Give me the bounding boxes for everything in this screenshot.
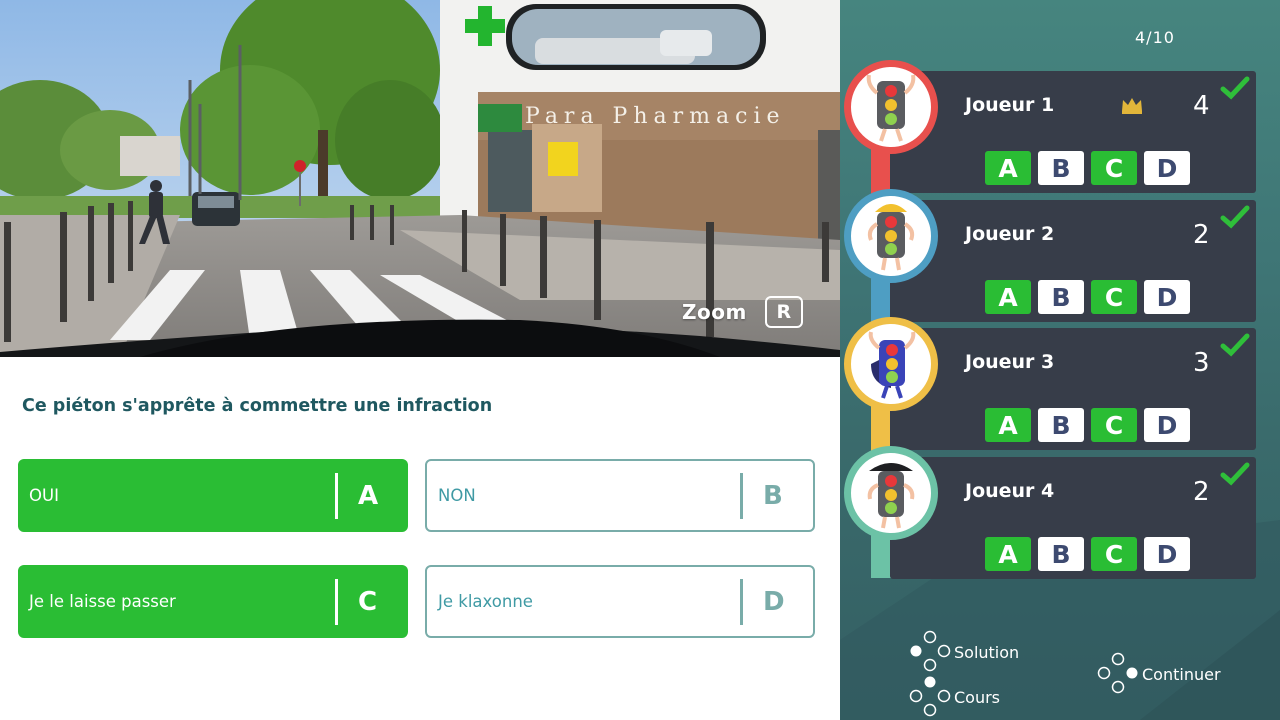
player-2-vote-c: C xyxy=(1091,280,1137,314)
zoom-key-badge: R xyxy=(764,296,803,328)
player-4-vote-c: C xyxy=(1091,537,1137,571)
scoreboard-panel: 4/10 Joueur 1 4 A B C D Joueur 2 2 A B C… xyxy=(840,0,1280,720)
traffic-light-avatar-icon xyxy=(867,204,915,271)
player-2-name: Joueur 2 xyxy=(965,223,1055,245)
player-3-vote-d: D xyxy=(1144,408,1190,442)
answer-c-divider xyxy=(335,578,338,625)
player-1-score: 4 xyxy=(1193,91,1210,121)
player-4-score: 2 xyxy=(1193,477,1210,507)
answer-a-letter: A xyxy=(358,480,379,511)
player-3-name: Joueur 3 xyxy=(965,351,1055,373)
zoom-label: Zoom xyxy=(682,300,747,324)
player-4-name: Joueur 4 xyxy=(965,480,1055,502)
continuer-hint[interactable]: Continuer xyxy=(1096,652,1221,696)
answer-c-text: Je le laisse passer xyxy=(29,592,176,611)
question-photo[interactable]: Para Pharmacie Zoom R xyxy=(0,0,840,357)
check-icon xyxy=(1220,76,1250,100)
solution-label: Solution xyxy=(954,642,1020,662)
answer-d-letter: D xyxy=(763,586,785,617)
crown-icon xyxy=(1122,98,1142,114)
answer-b-text: NON xyxy=(438,486,476,505)
player-1-votes: A B C D xyxy=(985,151,1190,185)
player-3-avatar xyxy=(844,317,938,411)
shop-sign-text: Para Pharmacie xyxy=(525,104,786,129)
player-4-votes: A B C D xyxy=(985,537,1190,571)
player-1-vote-d: D xyxy=(1144,151,1190,185)
gamepad-right-dot-icon xyxy=(1097,652,1138,694)
player-1-name: Joueur 1 xyxy=(965,94,1055,116)
check-icon xyxy=(1220,462,1250,486)
answer-a-divider xyxy=(335,472,338,519)
player-2-card: Joueur 2 2 A B C D xyxy=(890,200,1256,322)
player-4-avatar xyxy=(844,446,938,540)
question-text: Ce piéton s'apprête à commettre une infr… xyxy=(22,396,493,416)
check-icon xyxy=(1220,333,1250,357)
player-2-votes: A B C D xyxy=(985,280,1190,314)
zoom-control[interactable]: Zoom R xyxy=(682,296,803,328)
solution-hint[interactable]: Solution xyxy=(908,630,1019,674)
player-4-vote-d: D xyxy=(1144,537,1190,571)
player-1-avatar xyxy=(844,60,938,154)
player-1-vote-c: C xyxy=(1091,151,1137,185)
player-2-score: 2 xyxy=(1193,220,1210,250)
player-2-vote-b: B xyxy=(1038,280,1084,314)
player-2-vote-d: D xyxy=(1144,280,1190,314)
traffic-light-avatar-icon xyxy=(866,74,916,142)
player-3-votes: A B C D xyxy=(985,408,1190,442)
player-4-card: Joueur 4 2 A B C D xyxy=(890,457,1256,579)
answer-d-divider xyxy=(740,578,743,625)
answer-d-button[interactable]: Je klaxonne D xyxy=(425,565,815,638)
cours-label: Cours xyxy=(954,687,1001,707)
rear-view-mirror xyxy=(506,4,766,70)
check-icon xyxy=(1220,205,1250,229)
player-3-vote-c: C xyxy=(1091,408,1137,442)
player-1-card: Joueur 1 4 A B C D xyxy=(890,71,1256,193)
gamepad-bottom-dot-icon xyxy=(909,676,951,717)
answer-b-button[interactable]: NON B xyxy=(425,459,815,532)
player-3-vote-b: B xyxy=(1038,408,1084,442)
player-1-vote-b: B xyxy=(1038,151,1084,185)
gamepad-left-dot-icon xyxy=(910,630,951,672)
answer-c-button[interactable]: Je le laisse passer C xyxy=(18,565,408,638)
traffic-light-avatar-icon xyxy=(867,463,915,529)
cours-hint[interactable]: Cours xyxy=(908,675,1000,719)
answer-d-text: Je klaxonne xyxy=(438,592,533,611)
player-2-vote-a: A xyxy=(985,280,1031,314)
player-4-vote-a: A xyxy=(985,537,1031,571)
player-3-vote-a: A xyxy=(985,408,1031,442)
player-3-score: 3 xyxy=(1193,348,1210,378)
answer-a-text: OUI xyxy=(29,486,59,505)
answer-b-letter: B xyxy=(763,480,783,511)
player-1-vote-a: A xyxy=(985,151,1031,185)
traffic-light-avatar-icon xyxy=(868,331,916,399)
answer-c-letter: C xyxy=(358,586,378,617)
player-2-avatar xyxy=(844,189,938,283)
answer-a-button[interactable]: OUI A xyxy=(18,459,408,532)
player-4-vote-b: B xyxy=(1038,537,1084,571)
continuer-label: Continuer xyxy=(1142,664,1221,684)
answer-b-divider xyxy=(740,472,743,519)
quiz-screen: Para Pharmacie Zoom R Ce piéton s'apprêt… xyxy=(0,0,1280,720)
player-3-card: Joueur 3 3 A B C D xyxy=(890,328,1256,450)
question-counter: 4/10 xyxy=(1135,28,1175,47)
